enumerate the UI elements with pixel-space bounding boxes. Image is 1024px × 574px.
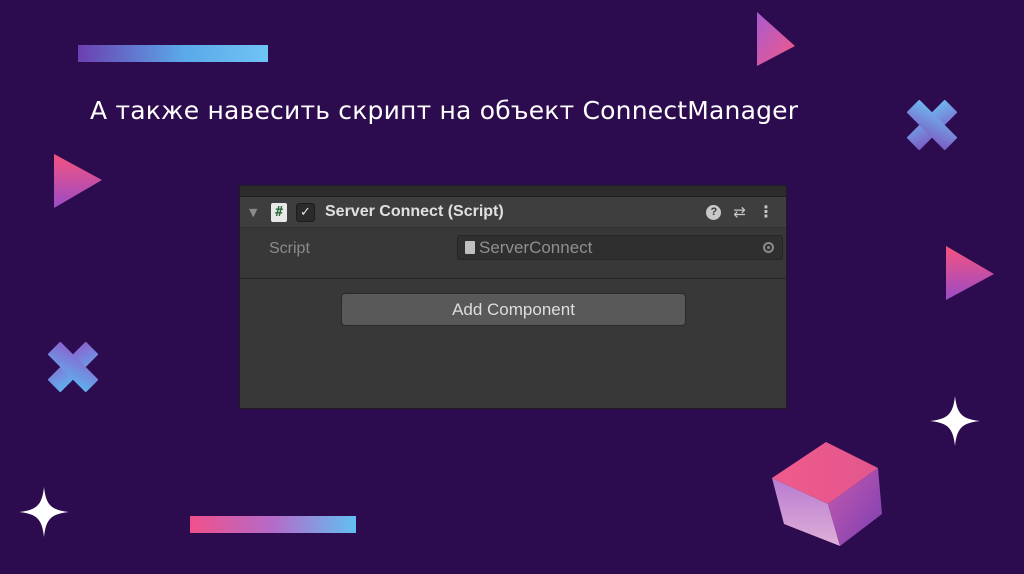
script-file-icon [465, 241, 475, 254]
triangle-left-icon [54, 154, 102, 208]
triangle-right-icon [946, 246, 994, 300]
script-object-value: ServerConnect [479, 237, 593, 257]
csharp-script-icon: # [271, 202, 287, 222]
cube-icon [772, 442, 882, 546]
gradient-bar-bottom [190, 516, 356, 533]
sparkle-left-icon [19, 487, 69, 537]
help-icon[interactable]: ? [706, 204, 722, 220]
component-enabled-checkbox[interactable]: ✓ [296, 202, 315, 222]
kebab-menu-icon[interactable]: ⋮ [758, 204, 774, 220]
gradient-bar-top [78, 45, 268, 62]
slide-title: А также навесить скрипт на объект Connec… [90, 96, 799, 125]
triangle-top-right-icon [757, 12, 795, 66]
script-object-field[interactable]: ServerConnect [457, 235, 783, 260]
add-component-button[interactable]: Add Component [341, 293, 686, 326]
foldout-arrow-icon[interactable]: ▼ [249, 206, 261, 219]
inspector-separator [240, 278, 786, 279]
inspector-top-strip [240, 186, 786, 197]
component-header[interactable]: ▼ # ✓ Server Connect (Script) ? ⇄ ⋮ [240, 197, 786, 228]
presets-icon[interactable]: ⇄ [733, 204, 746, 220]
cross-top-right-icon [906, 99, 958, 151]
component-header-icons: ? ⇄ ⋮ [706, 204, 774, 220]
property-label: Script [269, 240, 310, 257]
component-title: Server Connect (Script) [325, 203, 504, 220]
cross-left-icon [47, 341, 99, 393]
sparkle-right-icon [930, 396, 980, 446]
inspector-panel: ▼ # ✓ Server Connect (Script) ? ⇄ ⋮ Scri… [239, 185, 787, 409]
property-row-script: Script ServerConnect [240, 232, 786, 262]
object-picker-icon[interactable] [763, 242, 774, 253]
